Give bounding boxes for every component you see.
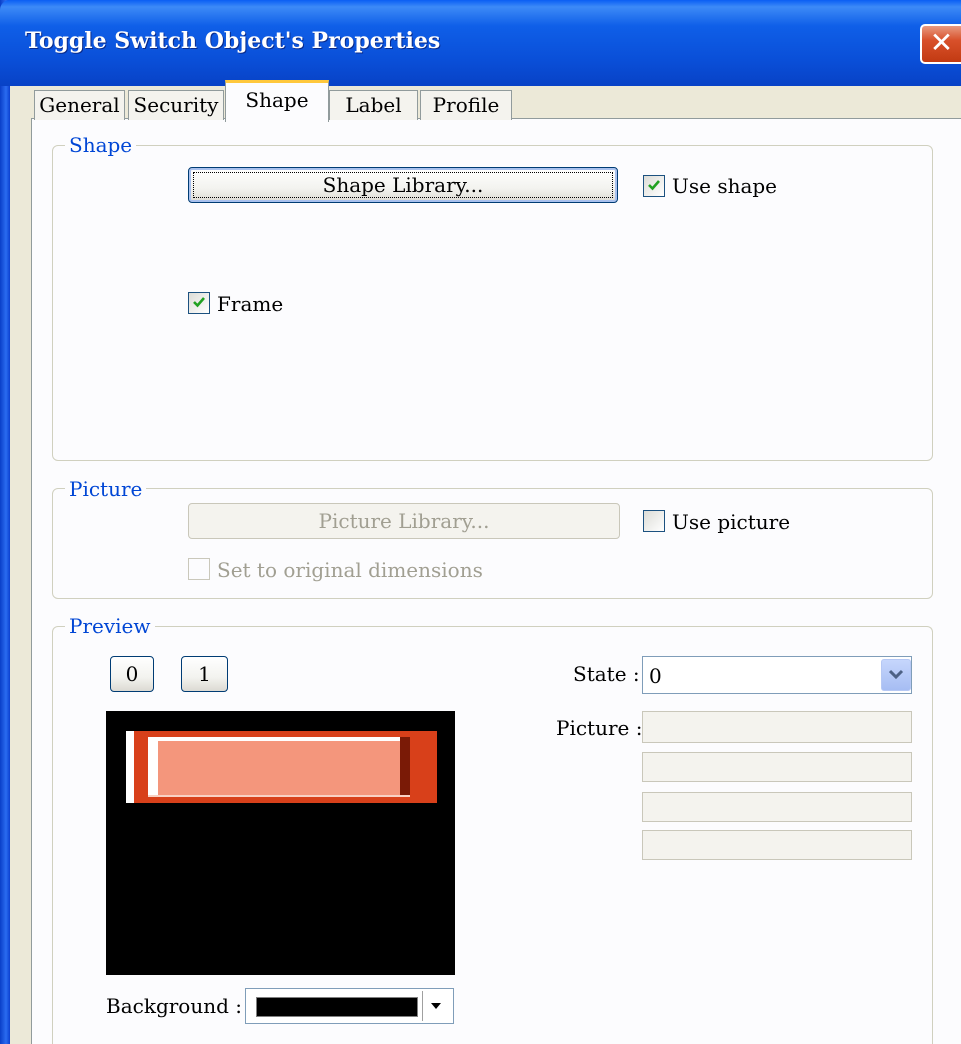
tab-profile[interactable]: Profile: [420, 90, 512, 120]
tab-label[interactable]: Label: [329, 90, 418, 120]
toggle-shape-preview: [126, 731, 437, 803]
tab-security-label: Security: [133, 93, 219, 117]
use-shape-checkbox[interactable]: [643, 175, 665, 197]
shape-inner-right-shadow: [400, 737, 410, 797]
picture-field-4: [642, 830, 912, 860]
state-select-value: 0: [649, 664, 662, 688]
shape-inner-left-highlight: [148, 737, 158, 797]
tab-shape-label: Shape: [245, 88, 309, 112]
tab-general-label: General: [39, 93, 120, 117]
picker-divider: [422, 991, 423, 1021]
tab-profile-label: Profile: [432, 93, 500, 117]
shape-library-button[interactable]: Shape Library...: [188, 167, 618, 203]
use-shape-label: Use shape: [672, 174, 778, 198]
tab-shape[interactable]: Shape: [225, 80, 329, 122]
preview-canvas-svg: [106, 711, 455, 975]
background-color-swatch: [256, 997, 418, 1017]
frame-label: Frame: [217, 292, 284, 316]
chevron-down-icon: [888, 669, 904, 680]
background-label: Background :: [106, 994, 243, 1018]
use-picture-label: Use picture: [672, 510, 791, 534]
state-label: State :: [573, 662, 640, 686]
preview-group-legend: Preview: [65, 615, 155, 637]
shape-top-highlight: [148, 737, 400, 741]
state-1-button[interactable]: 1: [181, 656, 228, 692]
focus-rect: [193, 172, 613, 198]
shape-fill: [148, 737, 400, 797]
tab-general[interactable]: General: [34, 90, 125, 120]
picture-label: Picture :: [556, 716, 643, 740]
set-original-dimensions-label: Set to original dimensions: [217, 558, 483, 582]
state-dropdown-button[interactable]: [881, 659, 911, 691]
close-icon: ✕: [929, 26, 954, 59]
shape-group-legend: Shape: [65, 134, 137, 156]
background-color-picker[interactable]: [245, 988, 454, 1024]
picture-field-2: [642, 752, 912, 782]
use-picture-checkbox[interactable]: [643, 510, 665, 532]
tab-label-label: Label: [345, 93, 402, 117]
set-original-dimensions-checkbox[interactable]: [188, 558, 210, 580]
check-icon: [193, 297, 205, 308]
picture-field-3: [642, 792, 912, 822]
picture-group-legend: Picture: [65, 478, 147, 500]
shape-bottom-edge: [148, 795, 410, 797]
picture-field-1: [642, 711, 912, 743]
check-icon: [648, 180, 660, 191]
window-title: Toggle Switch Object's Properties: [25, 28, 441, 54]
preview-canvas: [106, 711, 455, 975]
close-button[interactable]: ✕: [920, 24, 961, 64]
frame-checkbox[interactable]: [188, 292, 210, 314]
state-0-button[interactable]: 0: [110, 656, 154, 692]
tab-security[interactable]: Security: [128, 90, 224, 120]
picture-library-label: Picture Library...: [318, 509, 490, 533]
state-select[interactable]: 0: [642, 656, 912, 694]
shape-left-highlight: [126, 731, 134, 803]
window-left-border: [0, 0, 10, 1044]
picture-library-button[interactable]: Picture Library...: [188, 503, 620, 539]
chevron-down-icon: [431, 1003, 441, 1009]
state-1-label: 1: [198, 662, 211, 686]
state-0-label: 0: [125, 662, 139, 686]
